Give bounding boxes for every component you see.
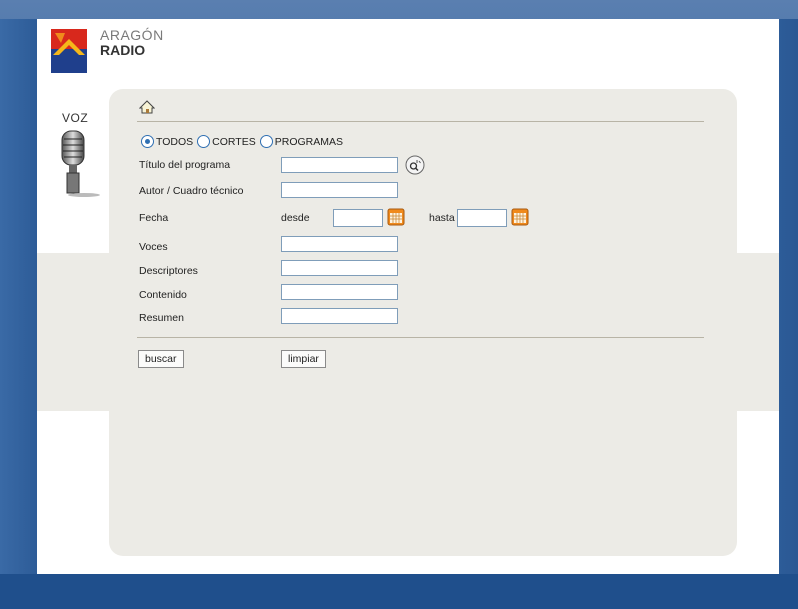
- filter-radio-group: TODOS CORTES PROGRAMAS: [141, 135, 347, 148]
- voces-label: Voces: [139, 241, 168, 253]
- radio-circle[interactable]: [141, 135, 154, 148]
- footer-bar: [0, 574, 798, 609]
- calendar-icon[interactable]: [387, 208, 405, 226]
- right-background-strip: [779, 19, 798, 574]
- descriptores-input[interactable]: [281, 260, 398, 276]
- top-divider: [137, 121, 704, 122]
- voz-label: VOZ: [62, 111, 89, 125]
- limpiar-button[interactable]: limpiar: [281, 350, 326, 368]
- titulo-input[interactable]: [281, 157, 398, 173]
- radio-circle[interactable]: [197, 135, 211, 148]
- autor-label: Autor / Cuadro técnico: [139, 185, 244, 197]
- hasta-label: hasta: [429, 212, 455, 224]
- left-tab-bottom: [37, 411, 109, 556]
- titulo-label: Título del programa: [139, 159, 231, 171]
- radio-programas[interactable]: PROGRAMAS: [259, 135, 343, 148]
- radio-label-programas: PROGRAMAS: [274, 135, 343, 148]
- radio-cortes[interactable]: CORTES: [197, 135, 256, 148]
- autor-input[interactable]: [281, 182, 398, 198]
- contenido-label: Contenido: [139, 289, 187, 301]
- left-background-strip: [0, 19, 37, 574]
- radio-circle[interactable]: [259, 135, 273, 148]
- home-icon[interactable]: [139, 99, 155, 115]
- contenido-input[interactable]: [281, 284, 398, 300]
- voces-input[interactable]: [281, 236, 398, 252]
- descriptores-label: Descriptores: [139, 265, 198, 277]
- resumen-input[interactable]: [281, 308, 398, 324]
- page-container: ARAGÓN RADIO VOZ TODOS CORTES PROGRAMAS …: [37, 19, 779, 574]
- brand-line2: RADIO: [100, 42, 146, 58]
- aragon-radio-logo[interactable]: [49, 25, 89, 77]
- right-tab-bottom: [737, 411, 779, 556]
- resumen-label: Resumen: [139, 312, 184, 324]
- radio-label-todos: TODOS: [156, 135, 194, 148]
- desde-label: desde: [281, 212, 310, 224]
- buscar-button[interactable]: buscar: [138, 350, 184, 368]
- calendar-icon[interactable]: [511, 208, 529, 226]
- right-tab-top: [737, 89, 779, 253]
- microphone-icon: [61, 130, 100, 197]
- bottom-divider: [137, 337, 704, 338]
- hasta-input[interactable]: [457, 209, 507, 227]
- desde-input[interactable]: [333, 209, 383, 227]
- radio-todos[interactable]: TODOS: [141, 135, 193, 148]
- search-icon[interactable]: [405, 155, 425, 175]
- brand-text: ARAGÓN RADIO: [100, 28, 164, 58]
- radio-label-cortes: CORTES: [212, 135, 256, 148]
- fecha-label: Fecha: [139, 212, 169, 224]
- brand-line1: ARAGÓN: [100, 27, 164, 43]
